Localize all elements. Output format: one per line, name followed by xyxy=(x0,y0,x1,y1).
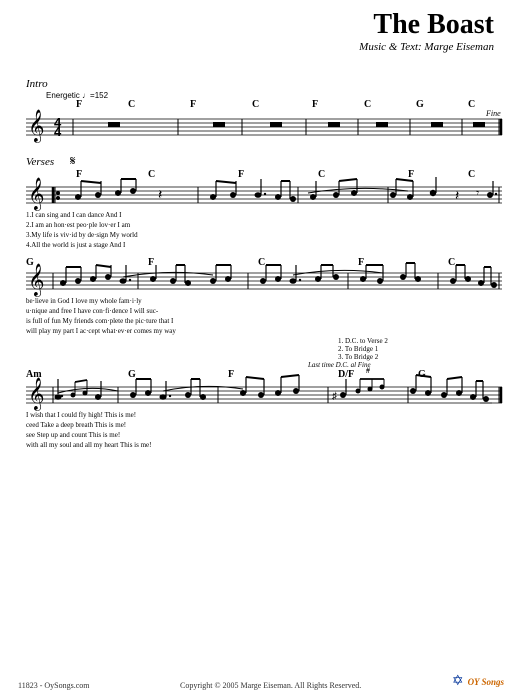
footer-copyright: Copyright © 2005 Marge Eiseman. All Righ… xyxy=(97,681,443,690)
svg-text:be·lieve in God I lo: be·lieve in God I love my whole fam·i·ly xyxy=(26,297,142,305)
svg-text:D/F: D/F xyxy=(338,369,354,380)
svg-text:C: C xyxy=(468,169,475,180)
svg-text:ceed Take a d: ceed Take a deep breath This is me! xyxy=(26,421,126,429)
svg-text:F: F xyxy=(408,169,414,180)
footer: 11823 - OySongs.com Copyright © 2005 Mar… xyxy=(18,673,504,690)
svg-text:F: F xyxy=(76,99,82,110)
svg-text:is full of fun My fr: is full of fun My friends com·plete the … xyxy=(26,317,174,325)
svg-text:C: C xyxy=(468,99,475,110)
svg-text:2.I am an hon·est peo·: 2.I am an hon·est peo·ple lov·er I am xyxy=(26,221,131,229)
page: The Boast Music & Text: Marge Eiseman In… xyxy=(0,0,522,696)
svg-text:𝄽: 𝄽 xyxy=(158,188,162,203)
svg-text:F: F xyxy=(358,257,364,268)
svg-text:F: F xyxy=(238,169,244,180)
svg-text:C: C xyxy=(128,99,135,110)
svg-text:C: C xyxy=(364,99,371,110)
footer-catalog: 11823 - OySongs.com xyxy=(18,681,89,690)
svg-text:F: F xyxy=(312,99,318,110)
footer-brand: ✡ OY Songs xyxy=(452,673,504,690)
svg-text:𝄽: 𝄽 xyxy=(455,189,459,204)
svg-text:1. D.C. to Verse 2: 1. D.C. to Verse 2 xyxy=(338,337,388,345)
svg-text:C: C xyxy=(448,257,455,268)
svg-text:F: F xyxy=(76,169,82,180)
title-area: The Boast Music & Text: Marge Eiseman xyxy=(18,10,504,53)
svg-text:3.My life is viv·id by: 3.My life is viv·id by de·sign My world xyxy=(26,231,138,239)
svg-text:#: # xyxy=(366,366,370,375)
svg-text:I wish that I could: I wish that I could fly high! This is me… xyxy=(26,411,136,419)
sheet-music-svg: Intro Energetic ♩=152 F C F C F C G C 𝄞 … xyxy=(18,57,504,617)
svg-text:♯: ♯ xyxy=(332,391,337,402)
svg-text:Last time D.C. al Fine: Last time D.C. al Fine xyxy=(307,361,371,369)
oysongs-logo: OY Songs xyxy=(468,677,504,687)
svg-text:u·nique and free I ha: u·nique and free I have con·fi·dence I w… xyxy=(26,307,159,315)
svg-text:G: G xyxy=(128,369,136,380)
svg-text:Verses: Verses xyxy=(26,156,54,168)
svg-text:see Step up: see Step up and count This is me! xyxy=(26,431,120,439)
svg-text:C: C xyxy=(318,169,325,180)
svg-text:with all my soul and al: with all my soul and all my heart This i… xyxy=(26,441,151,449)
svg-text:C: C xyxy=(148,169,155,180)
svg-text:𝄞: 𝄞 xyxy=(28,378,45,411)
svg-text:4: 4 xyxy=(54,124,62,139)
svg-text:G: G xyxy=(416,99,424,110)
svg-text:F: F xyxy=(148,257,154,268)
svg-text:will play my part I ac·: will play my part I ac·cept what·ev·er c… xyxy=(26,327,176,335)
music-area: Intro Energetic ♩=152 F C F C F C G C 𝄞 … xyxy=(18,57,504,617)
svg-text:Intro: Intro xyxy=(25,78,48,90)
svg-text:Fine: Fine xyxy=(485,109,501,118)
star-of-david-icon: ✡ xyxy=(452,673,464,690)
svg-text:𝄋: 𝄋 xyxy=(70,153,76,168)
svg-text:1.I can sing and: 1.I can sing and I can dance And I xyxy=(26,211,122,219)
svg-text:𝄞: 𝄞 xyxy=(28,110,45,143)
svg-text:𝄞: 𝄞 xyxy=(28,178,45,211)
svg-text:4.All the world is: 4.All the world is just a stage And I xyxy=(26,241,126,249)
svg-text:𝄞: 𝄞 xyxy=(28,264,45,297)
song-title: The Boast xyxy=(18,10,494,41)
svg-text:2. To Bridge 1: 2. To Bridge 1 xyxy=(338,345,379,353)
svg-text:F: F xyxy=(190,99,196,110)
svg-text:𝄾: 𝄾 xyxy=(476,186,479,200)
svg-text:F: F xyxy=(228,369,234,380)
svg-text:3. To Bridge 2: 3. To Bridge 2 xyxy=(338,353,379,361)
svg-text:C: C xyxy=(252,99,259,110)
song-subtitle: Music & Text: Marge Eiseman xyxy=(18,41,494,53)
svg-text:C: C xyxy=(258,257,265,268)
